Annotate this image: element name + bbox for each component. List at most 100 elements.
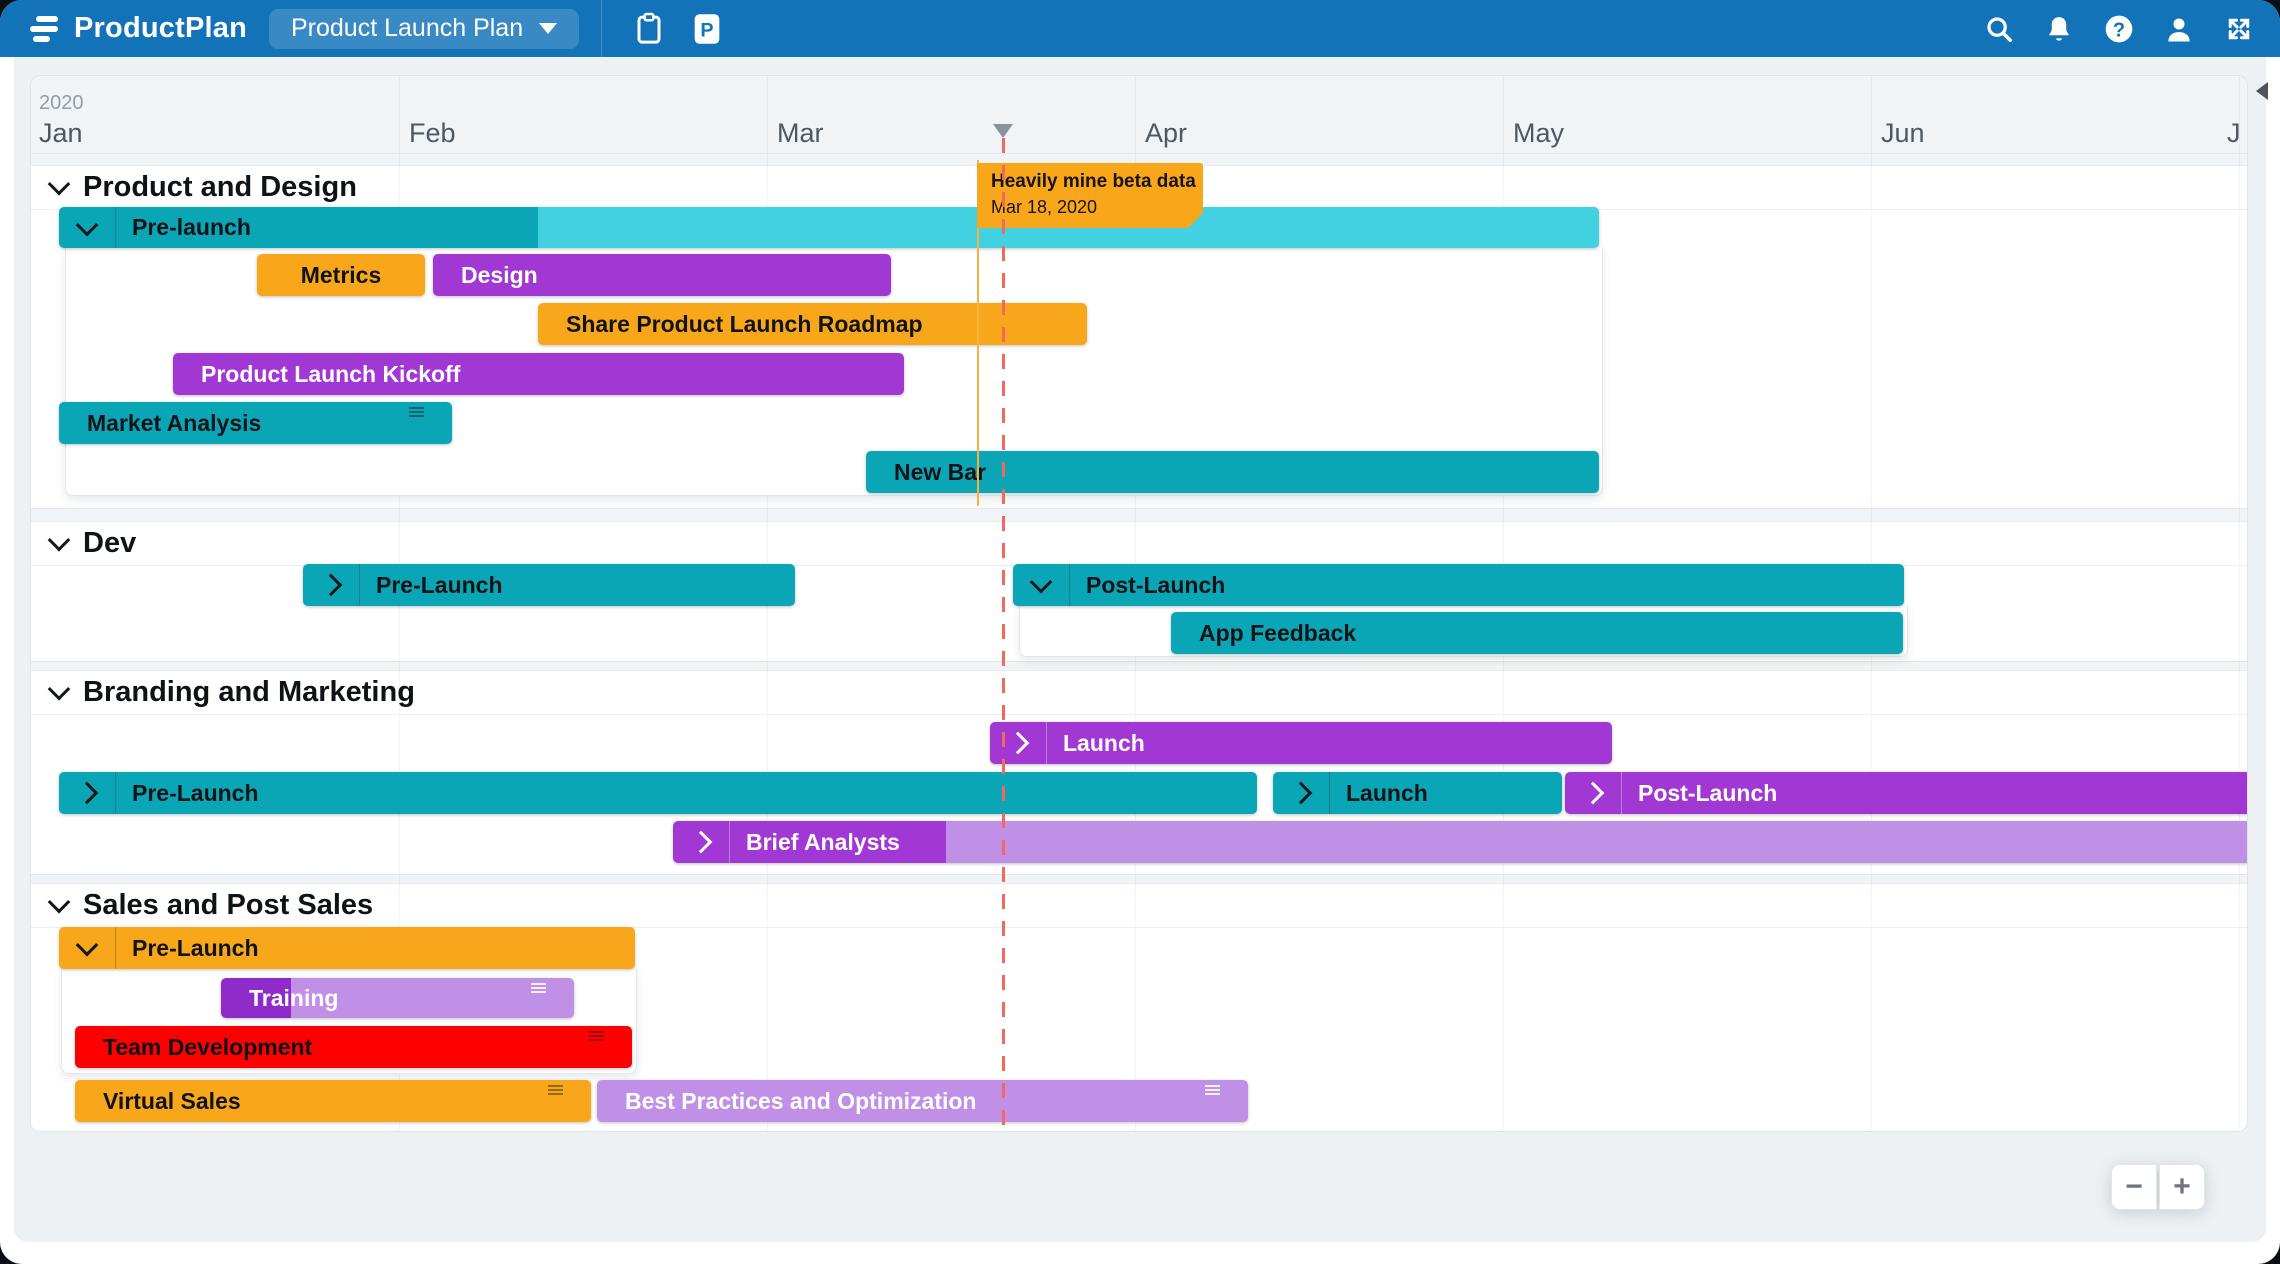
- section-header-underline: [31, 714, 2247, 715]
- zoom-out-button[interactable]: −: [2111, 1164, 2157, 1210]
- chevron-right-icon[interactable]: [75, 781, 99, 805]
- timeline-year-label: 2020: [39, 92, 84, 114]
- bar-chevron-cell[interactable]: [59, 927, 116, 969]
- timeline-header-divider: [31, 153, 2247, 154]
- bar-branding-post-launch[interactable]: Post-Launch: [1565, 772, 2247, 814]
- chevron-right-icon[interactable]: [319, 573, 343, 597]
- bar-label: Pre-Launch: [132, 779, 259, 806]
- milestone-tooltip-date: Mar 18, 2020: [991, 197, 1098, 217]
- bar-new-bar[interactable]: New Bar: [866, 451, 1599, 493]
- chevron-down-icon[interactable]: [47, 677, 71, 701]
- fullscreen-icon[interactable]: [2222, 12, 2256, 46]
- section-header-sales-and-post-sales[interactable]: Sales and Post Sales: [31, 883, 2247, 927]
- bar-chevron-cell[interactable]: [1565, 772, 1622, 814]
- chevron-down-icon: [539, 23, 558, 34]
- bar-label: Launch: [1346, 779, 1428, 806]
- bar-branding-pre-launch[interactable]: Pre-Launch: [59, 772, 1257, 814]
- chevron-down-icon[interactable]: [75, 933, 99, 957]
- bar-label: Team Development: [103, 1033, 313, 1060]
- svg-text:?: ?: [2113, 19, 2125, 41]
- bar-chevron-cell[interactable]: [990, 722, 1047, 764]
- bar-training[interactable]: Training: [221, 978, 574, 1018]
- chevron-right-icon[interactable]: [1289, 781, 1313, 805]
- chevron-down-icon[interactable]: [47, 528, 71, 552]
- collapse-panel-icon[interactable]: [2256, 82, 2268, 100]
- bar-label: Pre-launch: [132, 214, 251, 240]
- bar-virtual-sales[interactable]: Virtual Sales: [75, 1080, 591, 1122]
- bar-chevron-cell[interactable]: [59, 207, 116, 248]
- section-title: Sales and Post Sales: [83, 888, 374, 921]
- bar-label: Pre-Launch: [132, 934, 259, 961]
- bar-chevron-cell[interactable]: [59, 772, 116, 814]
- account-icon[interactable]: [2162, 12, 2196, 46]
- bar-team-development[interactable]: Team Development: [75, 1026, 632, 1068]
- roadmap-workspace: 2020 Jan Feb Mar Apr May Jun J Product and Desig…: [14, 57, 2266, 1242]
- bar-label: Market Analysis: [87, 409, 262, 436]
- zoom-controls: − +: [2111, 1164, 2205, 1210]
- drag-handle-icon[interactable]: [589, 1031, 604, 1041]
- bar-pre-launch-container[interactable]: Pre-launch: [59, 207, 1599, 248]
- bar-chevron-cell[interactable]: [673, 821, 730, 863]
- month-label: Jan: [39, 118, 83, 148]
- timeline-card: 2020 Jan Feb Mar Apr May Jun J Product and Desig…: [30, 75, 2248, 1132]
- milestone-tooltip-title: Heavily mine beta data: [991, 171, 1196, 192]
- bar-best-practices-and-optimization[interactable]: Best Practices and Optimization: [597, 1080, 1248, 1122]
- bar-product-launch-kickoff[interactable]: Product Launch Kickoff: [173, 353, 904, 395]
- chevron-right-icon[interactable]: [689, 830, 713, 854]
- drag-handle-icon[interactable]: [409, 407, 424, 417]
- month-label: Mar: [777, 118, 824, 148]
- notifications-icon[interactable]: [2042, 12, 2076, 46]
- today-marker-icon: [993, 124, 1013, 138]
- bar-label: Design: [461, 261, 538, 288]
- today-line: [1002, 138, 1005, 1126]
- roadmap-selector-label: Product Launch Plan: [291, 14, 524, 42]
- month-label: J: [2227, 118, 2241, 148]
- clipboard-icon[interactable]: [632, 12, 666, 46]
- bar-label: Best Practices and Optimization: [625, 1087, 977, 1114]
- svg-text:P: P: [701, 19, 714, 41]
- search-icon[interactable]: [1982, 12, 2016, 46]
- bar-label: Launch: [1063, 729, 1145, 756]
- drag-handle-icon[interactable]: [531, 983, 546, 993]
- bar-sales-pre-launch[interactable]: Pre-Launch: [59, 927, 635, 969]
- bar-market-analysis[interactable]: Market Analysis: [59, 402, 452, 444]
- bar-label: Brief Analysts: [746, 828, 900, 855]
- bar-label: New Bar: [894, 458, 987, 485]
- chevron-right-icon[interactable]: [1581, 781, 1605, 805]
- top-navigation-bar: ProductPlan Product Launch Plan P ?: [0, 0, 2280, 57]
- bar-dev-pre-launch[interactable]: Pre-Launch: [303, 564, 795, 606]
- bar-brief-analysts[interactable]: Brief Analysts: [673, 821, 2247, 863]
- section-header-dev[interactable]: Dev: [31, 521, 2247, 565]
- bar-chevron-cell[interactable]: [1273, 772, 1330, 814]
- drag-handle-icon[interactable]: [548, 1085, 563, 1095]
- bar-label: Metrics: [300, 261, 382, 288]
- productplan-board-icon[interactable]: P: [690, 12, 724, 46]
- chevron-down-icon[interactable]: [47, 172, 71, 196]
- chevron-down-icon[interactable]: [47, 890, 71, 914]
- brand-title: ProductPlan: [74, 12, 247, 44]
- productplan-logo-icon: [30, 15, 60, 43]
- section-header-branding-and-marketing[interactable]: Branding and Marketing: [31, 670, 2247, 714]
- chevron-down-icon[interactable]: [75, 213, 99, 236]
- chevron-right-icon[interactable]: [1006, 731, 1030, 755]
- zoom-in-button[interactable]: +: [2159, 1164, 2205, 1210]
- bar-metrics[interactable]: Metrics: [257, 254, 425, 296]
- bar-chevron-cell[interactable]: [1013, 564, 1070, 606]
- bar-branding-launch-upper[interactable]: Launch: [990, 722, 1612, 764]
- bar-app-feedback[interactable]: App Feedback: [1171, 612, 1903, 654]
- bar-label: Virtual Sales: [103, 1087, 241, 1114]
- bar-label: Share Product Launch Roadmap: [566, 310, 923, 337]
- bar-design[interactable]: Design: [433, 254, 891, 296]
- chevron-down-icon[interactable]: [1029, 570, 1053, 594]
- month-label: Jun: [1881, 118, 1925, 148]
- bar-branding-launch[interactable]: Launch: [1273, 772, 1562, 814]
- drag-handle-icon[interactable]: [1205, 1085, 1220, 1095]
- help-icon[interactable]: ?: [2102, 12, 2136, 46]
- bar-label: Product Launch Kickoff: [201, 360, 461, 387]
- roadmap-selector-dropdown[interactable]: Product Launch Plan: [269, 8, 580, 49]
- productplan-app-window: ProductPlan Product Launch Plan P ? 2020…: [0, 0, 2280, 1264]
- topbar-divider: [601, 0, 603, 57]
- bar-chevron-cell[interactable]: [303, 564, 360, 606]
- bar-dev-post-launch[interactable]: Post-Launch: [1013, 564, 1904, 606]
- bar-label: App Feedback: [1199, 619, 1357, 646]
